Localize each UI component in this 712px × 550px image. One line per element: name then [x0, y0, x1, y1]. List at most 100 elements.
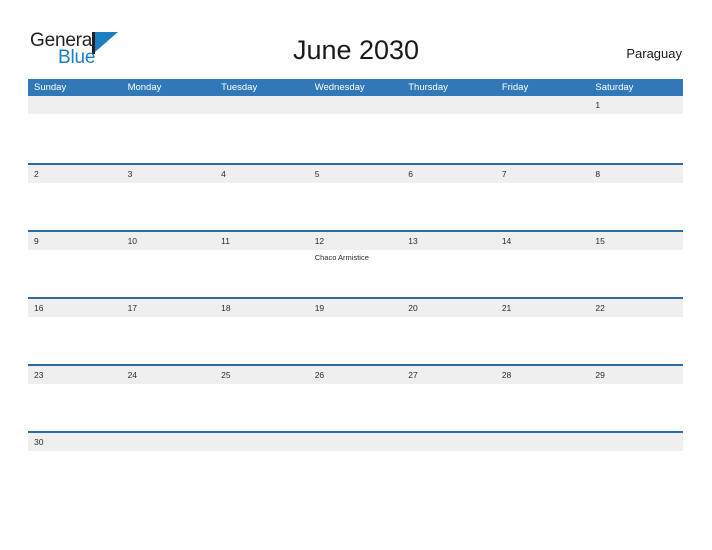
day-cell-empty	[402, 96, 496, 161]
day-number: 1	[595, 100, 601, 110]
day-number: 7	[501, 169, 507, 179]
calendar-week-row: 9 10 11 12 Chaco Armistice 13 14 15	[28, 230, 683, 297]
calendar-week-row: 1	[28, 96, 683, 163]
day-number: 12	[314, 236, 325, 246]
day-header-saturday: Saturday	[595, 82, 634, 93]
day-number: 25	[221, 370, 231, 380]
day-cell[interactable]: 15	[589, 232, 683, 297]
day-cell[interactable]: 22	[589, 299, 683, 364]
day-cell[interactable]: 12 Chaco Armistice	[309, 232, 403, 297]
day-cell[interactable]: 24	[122, 366, 216, 431]
calendar-week-row: 23 24 25 26 27 28 29	[28, 364, 683, 431]
day-number: 14	[501, 236, 512, 246]
day-cell-empty	[122, 96, 216, 161]
day-cell-empty	[122, 433, 216, 498]
week-day-cells: 2 3 4 5 6 7 8	[28, 165, 683, 230]
calendar-week-row: 30	[28, 431, 683, 498]
day-number: 15	[595, 236, 605, 246]
day-cell[interactable]: 21	[496, 299, 590, 364]
day-cell-empty	[309, 433, 403, 498]
day-cell[interactable]: 20	[402, 299, 496, 364]
day-cell[interactable]: 27	[402, 366, 496, 431]
day-cell[interactable]: 28	[496, 366, 590, 431]
day-cell[interactable]: 3	[122, 165, 216, 230]
day-number: 3	[127, 169, 133, 179]
day-number: 30	[34, 437, 44, 447]
day-cell-empty	[496, 96, 590, 161]
day-cell[interactable]: 26	[309, 366, 403, 431]
day-cell[interactable]: 25	[215, 366, 309, 431]
calendar-page: General Blue June 2030 Paraguay Sunday M…	[0, 0, 712, 550]
day-number: 5	[314, 169, 320, 179]
calendar-week-row: 2 3 4 5 6 7 8	[28, 163, 683, 230]
day-cell[interactable]: 23	[28, 366, 122, 431]
week-day-cells: 30	[28, 433, 683, 498]
day-number: 29	[595, 370, 605, 380]
day-cell[interactable]: 5	[309, 165, 403, 230]
country-label: Paraguay	[626, 46, 682, 61]
day-header-sunday: Sunday	[34, 82, 67, 93]
day-cell[interactable]: 19	[309, 299, 403, 364]
day-cell[interactable]: 16	[28, 299, 122, 364]
page-header: General Blue June 2030 Paraguay	[0, 0, 712, 78]
day-number: 10	[127, 236, 138, 246]
day-cell[interactable]: 4	[215, 165, 309, 230]
day-number: 6	[408, 169, 413, 179]
day-cell[interactable]: 8	[589, 165, 683, 230]
day-number: 22	[595, 303, 605, 313]
day-cell-empty	[309, 96, 403, 161]
week-day-cells: 16 17 18 19 20 21 22	[28, 299, 683, 364]
week-day-cells: 23 24 25 26 27 28 29	[28, 366, 683, 431]
day-cell-empty	[589, 433, 683, 498]
day-number: 8	[595, 169, 601, 179]
day-number: 9	[34, 236, 39, 246]
calendar-weeks: 1 2 3 4 5 6 7 8 9 10 11 12 Chaco Armistice 13 14 15 16 17…	[28, 96, 683, 498]
day-number: 18	[221, 303, 231, 313]
page-title: June 2030	[292, 35, 420, 65]
day-cell-empty	[215, 433, 309, 498]
day-events: Chaco Armistice	[309, 246, 403, 263]
week-day-cells: 1	[28, 96, 683, 161]
day-cell[interactable]: 29	[589, 366, 683, 431]
day-header-thursday: Thursday	[408, 82, 448, 93]
day-number: 4	[221, 169, 226, 179]
day-cell[interactable]: 13	[402, 232, 496, 297]
day-number: 27	[408, 370, 418, 380]
day-number: 13	[408, 236, 418, 246]
day-number: 17	[127, 303, 138, 313]
day-cell[interactable]: 6	[402, 165, 496, 230]
day-cell[interactable]: 2	[28, 165, 122, 230]
day-number: 11	[221, 236, 230, 246]
day-cell-empty	[215, 96, 309, 161]
day-number: 21	[501, 303, 512, 313]
day-number: 26	[314, 370, 325, 380]
day-header-friday: Friday	[501, 82, 529, 93]
day-cell-empty	[402, 433, 496, 498]
day-number: 23	[34, 370, 44, 380]
day-cell[interactable]: 9	[28, 232, 122, 297]
day-number: 24	[127, 370, 138, 380]
day-cell-empty	[496, 433, 590, 498]
day-number: 2	[34, 169, 39, 179]
day-of-week-header-row: Sunday Monday Tuesday Wednesday Thursday…	[28, 79, 683, 96]
day-cell[interactable]: 7	[496, 165, 590, 230]
day-cell[interactable]: 14	[496, 232, 590, 297]
day-number: 28	[501, 370, 512, 380]
day-cell[interactable]: 18	[215, 299, 309, 364]
week-day-cells: 9 10 11 12 Chaco Armistice 13 14 15	[28, 232, 683, 297]
day-header-tuesday: Tuesday	[221, 82, 258, 93]
day-number: 16	[34, 303, 44, 313]
holiday-event-label: Chaco Armistice	[314, 253, 369, 262]
day-cell[interactable]: 1	[589, 96, 683, 161]
day-cell[interactable]: 30	[28, 433, 122, 498]
calendar-week-row: 16 17 18 19 20 21 22	[28, 297, 683, 364]
day-cell-empty	[28, 96, 122, 161]
day-number: 20	[408, 303, 418, 313]
day-header-wednesday: Wednesday	[314, 82, 365, 93]
day-cell[interactable]: 17	[122, 299, 216, 364]
calendar-grid: Sunday Monday Tuesday Wednesday Thursday…	[28, 79, 683, 498]
day-number: 19	[314, 303, 325, 313]
day-header-monday: Monday	[127, 82, 162, 93]
day-cell[interactable]: 10	[122, 232, 216, 297]
day-cell[interactable]: 11	[215, 232, 309, 297]
